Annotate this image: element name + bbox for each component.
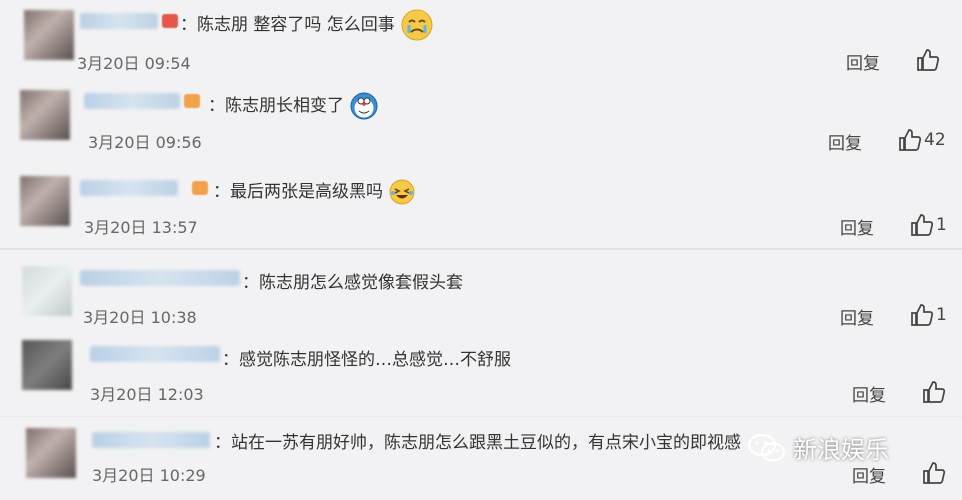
comment-time: 3月20日 10:29 — [92, 466, 206, 485]
username[interactable] — [80, 13, 158, 29]
thumbs-up-icon — [923, 381, 946, 403]
avatar[interactable] — [24, 10, 74, 60]
comment-time: 3月20日 13:57 — [84, 218, 198, 237]
comment-text: ：陈志朋长相变了 — [208, 91, 379, 121]
comment-text: ：陈志朋怎么感觉像套假头套 — [242, 273, 463, 293]
thumbs-up-icon — [917, 49, 940, 71]
reply-button[interactable]: 回复 — [828, 129, 862, 154]
like-button[interactable] — [922, 380, 948, 404]
like-button[interactable]: 1 — [910, 303, 947, 327]
username[interactable] — [92, 432, 210, 448]
comment-time: 3月20日 10:38 — [83, 308, 197, 327]
comment-time: 3月20日 09:56 — [88, 133, 202, 152]
like-button[interactable]: 1 — [910, 213, 947, 237]
reply-button[interactable]: 回复 — [852, 462, 886, 487]
divider — [0, 416, 962, 417]
username[interactable] — [84, 93, 180, 109]
like-count: 1 — [936, 305, 947, 325]
wechat-icon — [747, 433, 786, 462]
laughing-face-icon — [388, 179, 416, 205]
comment-text: ：感觉陈志朋怪怪的…总感觉…不舒服 — [222, 350, 511, 370]
member-badge — [192, 181, 208, 195]
avatar[interactable] — [22, 340, 72, 390]
like-button[interactable]: 42 — [898, 128, 946, 152]
thumbs-up-icon — [911, 214, 934, 236]
watermark: 新浪娱乐 — [747, 430, 889, 465]
watermark-text: 新浪娱乐 — [793, 436, 889, 464]
like-count: 42 — [924, 130, 946, 150]
crying-face-icon — [400, 9, 434, 41]
username[interactable] — [90, 346, 220, 362]
comment-time: 3月20日 09:54 — [77, 54, 191, 73]
comment-text: ：站在一苏有朋好帅，陈志朋怎么跟黑土豆似的，有点宋小宝的即视感 — [214, 433, 741, 453]
reply-button[interactable]: 回复 — [852, 381, 886, 406]
comment-time: 3月20日 12:03 — [90, 385, 204, 404]
divider — [0, 248, 962, 250]
thumbs-up-icon — [899, 129, 922, 151]
comment-text: ：最后两张是高级黑吗 — [213, 177, 416, 206]
member-badge — [162, 14, 178, 28]
reply-button[interactable]: 回复 — [840, 304, 874, 329]
avatar[interactable] — [20, 176, 70, 226]
like-button[interactable] — [916, 48, 942, 72]
reply-button[interactable]: 回复 — [840, 214, 874, 239]
username[interactable] — [80, 180, 178, 196]
reply-button[interactable]: 回复 — [846, 49, 880, 74]
thumbs-up-icon — [911, 304, 934, 326]
comment-text: ：陈志朋 整容了吗 怎么回事 — [180, 8, 434, 42]
avatar[interactable] — [26, 428, 76, 478]
like-button[interactable] — [922, 461, 948, 485]
username[interactable] — [80, 270, 240, 286]
avatar[interactable] — [22, 266, 72, 316]
doraemon-icon — [349, 92, 379, 120]
avatar[interactable] — [20, 90, 70, 140]
thumbs-up-icon — [923, 462, 946, 484]
member-badge — [184, 94, 200, 108]
like-count: 1 — [936, 215, 947, 235]
